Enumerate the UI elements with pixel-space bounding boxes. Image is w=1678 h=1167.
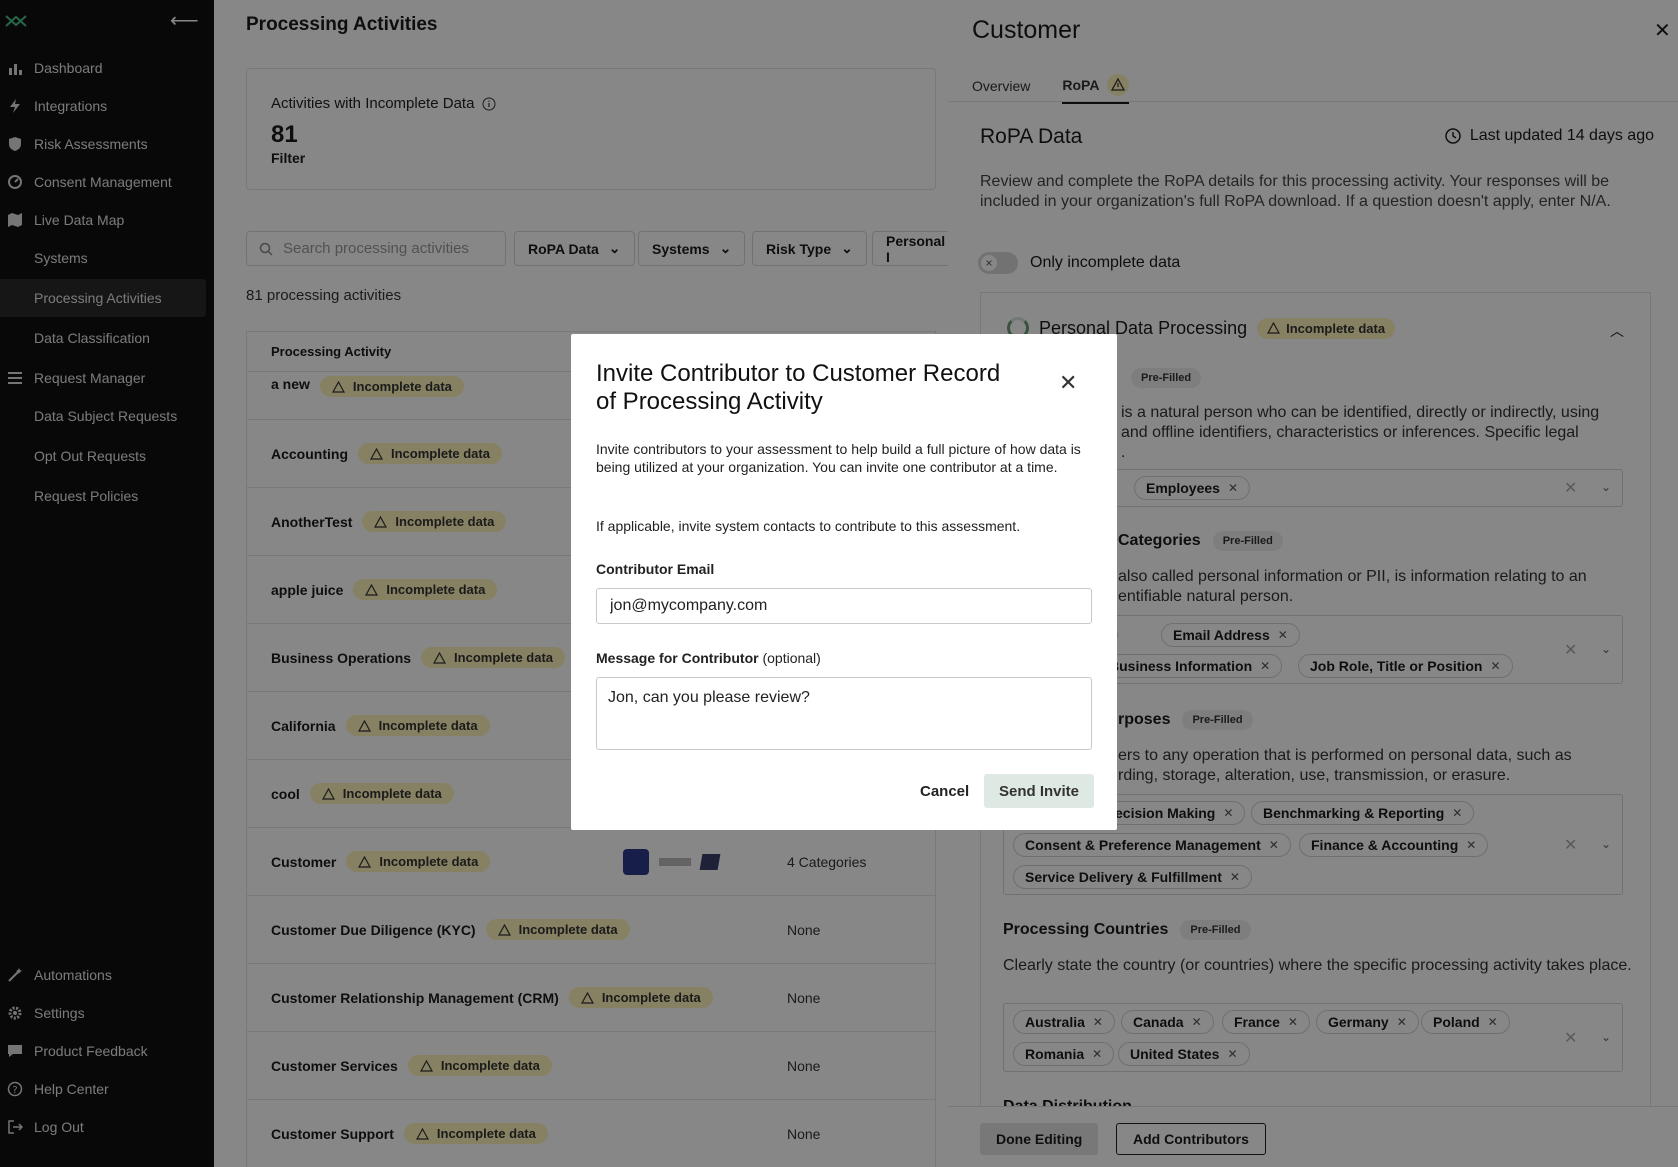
invite-contributor-modal: Invite Contributor to Customer Record of…: [571, 334, 1117, 830]
message-field[interactable]: Jon, can you please review?: [596, 677, 1092, 750]
cancel-button[interactable]: Cancel: [912, 774, 977, 808]
close-icon[interactable]: ✕: [1059, 370, 1077, 396]
app: ⟵ Dashboard Integrations Risk Assessment…: [0, 0, 1678, 1167]
email-label: Contributor Email: [596, 561, 715, 577]
message-label: Message for Contributor (optional): [596, 650, 821, 666]
send-invite-button[interactable]: Send Invite: [984, 774, 1095, 808]
modal-description: Invite contributors to your assessment t…: [596, 441, 1081, 475]
message-label-text: Message for Contributor: [596, 650, 759, 666]
modal-title: Invite Contributor to Customer Record of…: [596, 360, 1001, 415]
optional-text: (optional): [762, 650, 821, 666]
contributor-email-field[interactable]: [596, 588, 1092, 624]
modal-hint: If applicable, invite system contacts to…: [596, 518, 1021, 534]
